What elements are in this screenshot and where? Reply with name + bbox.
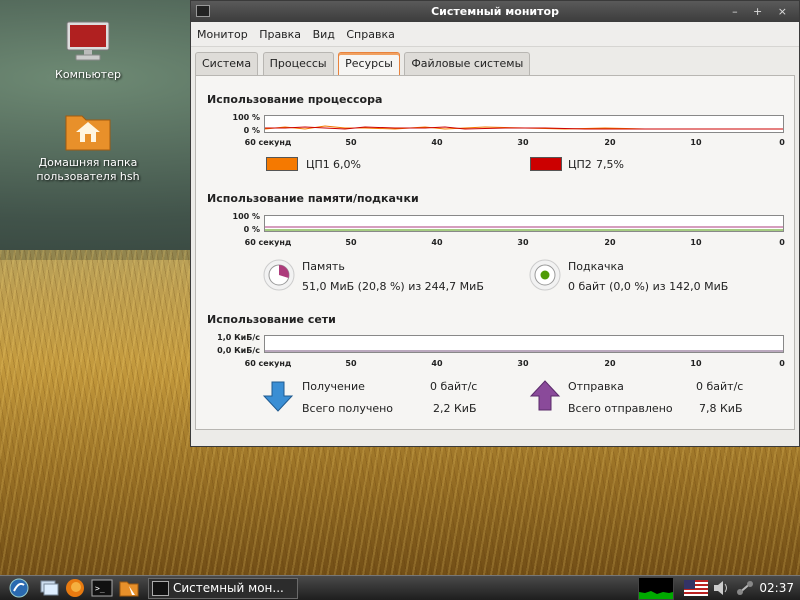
x-tick: 60 секунд — [244, 138, 292, 147]
tab-system[interactable]: Система — [195, 52, 259, 75]
receive-total: 2,2 КиБ — [433, 402, 477, 415]
x-tick: 50 — [345, 238, 357, 247]
desktop-icon-home-folder[interactable]: Домашняя папка пользователя hsh — [33, 110, 143, 184]
menu-edit[interactable]: Правка — [259, 28, 301, 41]
x-tick: 10 — [690, 238, 702, 247]
x-tick: 60 секунд — [244, 359, 292, 368]
start-menu-icon[interactable] — [8, 578, 30, 598]
us-flag-keyboard-layout-icon[interactable] — [684, 580, 708, 600]
x-tick: 20 — [604, 138, 616, 147]
x-tick: 0 — [779, 359, 785, 368]
window-title: Системный монитор — [431, 5, 559, 18]
clock[interactable]: 02:37 — [759, 576, 794, 600]
tab-file-systems[interactable]: Файловые системы — [404, 52, 531, 75]
tab-resources[interactable]: Ресурсы — [338, 52, 400, 77]
taskbar: >_ Системный мон... 02:37 — [0, 575, 800, 600]
menu-view[interactable]: Вид — [313, 28, 335, 41]
swap-value: 0 байт (0,0 %) из 142,0 МиБ — [568, 280, 729, 293]
file-manager-icon[interactable] — [118, 578, 140, 598]
cpu-y-max: 100 % — [232, 113, 261, 122]
memory-value: 51,0 МиБ (20,8 %) из 244,7 МиБ — [302, 280, 484, 293]
cpu-y-min: 0 % — [243, 126, 260, 135]
desktop-icon-label: Компьютер — [55, 68, 121, 81]
network-y-min: 0,0 КиБ/с — [217, 346, 260, 355]
cpu2-value: 7,5% — [596, 158, 624, 171]
cpu1-color-swatch[interactable] — [266, 157, 298, 171]
menu-monitor[interactable]: Монитор — [197, 28, 248, 41]
send-total-label: Всего отправлено — [568, 402, 673, 415]
receive-label: Получение — [302, 380, 365, 393]
receive-rate: 0 байт/с — [430, 380, 478, 393]
volume-icon[interactable] — [712, 580, 730, 600]
memory-y-max: 100 % — [232, 212, 261, 221]
network-graph — [264, 335, 784, 353]
task-label: Системный мон... — [173, 581, 284, 595]
cpu2-color-swatch[interactable] — [530, 157, 562, 171]
window-controls[interactable]: – + × — [732, 1, 793, 22]
x-tick: 40 — [431, 359, 443, 368]
memory-graph — [264, 215, 784, 232]
cpu2-label: ЦП2 — [568, 158, 592, 171]
desktop-icon-label: Домашняя папка пользователя hsh — [36, 156, 140, 183]
send-rate: 0 байт/с — [696, 380, 744, 393]
x-tick: 20 — [604, 238, 616, 247]
cpu-graph — [264, 115, 784, 133]
memory-pie-icon[interactable] — [263, 259, 295, 291]
x-tick: 30 — [517, 359, 529, 368]
cpu-load-applet[interactable] — [638, 577, 674, 600]
network-y-max: 1,0 КиБ/с — [217, 333, 260, 342]
x-tick: 40 — [431, 138, 443, 147]
system-monitor-window: Системный монитор – + × Монитор Правка В… — [190, 0, 800, 447]
window-titlebar[interactable]: Системный монитор – + × — [191, 1, 799, 22]
swap-pie-icon[interactable] — [529, 259, 561, 291]
x-tick: 10 — [690, 359, 702, 368]
memory-section-title: Использование памяти/подкачки — [207, 192, 419, 205]
x-tick: 50 — [345, 359, 357, 368]
svg-text:>_: >_ — [95, 584, 105, 593]
x-tick: 30 — [517, 238, 529, 247]
x-tick: 30 — [517, 138, 529, 147]
memory-y-min: 0 % — [243, 225, 260, 234]
menubar: Монитор Правка Вид Справка — [191, 22, 799, 47]
receive-arrow-icon[interactable] — [262, 380, 294, 412]
send-label: Отправка — [568, 380, 624, 393]
cpu1-value: 6,0% — [333, 158, 361, 171]
computer-icon — [64, 20, 112, 64]
network-section-title: Использование сети — [207, 313, 336, 326]
cpu1-label: ЦП1 — [306, 158, 330, 171]
firefox-icon[interactable] — [64, 578, 86, 598]
cpu-section-title: Использование процессора — [207, 93, 383, 106]
network-disconnected-icon[interactable] — [735, 580, 755, 600]
memory-label: Память — [302, 260, 345, 273]
send-total: 7,8 КиБ — [699, 402, 743, 415]
desktop-icon-computer[interactable]: Компьютер — [33, 20, 143, 82]
resources-panel: Использование процессора 100 % 0 % 60 се… — [195, 75, 795, 430]
system-monitor-mini-icon — [152, 581, 169, 596]
taskbar-system-monitor-task[interactable]: Системный мон... — [148, 578, 298, 599]
swap-label: Подкачка — [568, 260, 624, 273]
show-desktop-icon[interactable] — [38, 578, 60, 598]
x-tick: 0 — [779, 238, 785, 247]
x-tick: 50 — [345, 138, 357, 147]
x-tick: 10 — [690, 138, 702, 147]
x-tick: 0 — [779, 138, 785, 147]
system-monitor-app-icon — [196, 5, 210, 17]
send-arrow-icon[interactable] — [529, 380, 561, 412]
x-tick: 40 — [431, 238, 443, 247]
home-folder-icon — [64, 110, 112, 152]
x-tick: 60 секунд — [244, 238, 292, 247]
tab-bar: Система Процессы Ресурсы Файловые систем… — [191, 49, 799, 77]
x-tick: 20 — [604, 359, 616, 368]
terminal-icon[interactable]: >_ — [91, 578, 113, 598]
tab-processes[interactable]: Процессы — [262, 52, 334, 75]
menu-help[interactable]: Справка — [346, 28, 394, 41]
receive-total-label: Всего получено — [302, 402, 394, 415]
